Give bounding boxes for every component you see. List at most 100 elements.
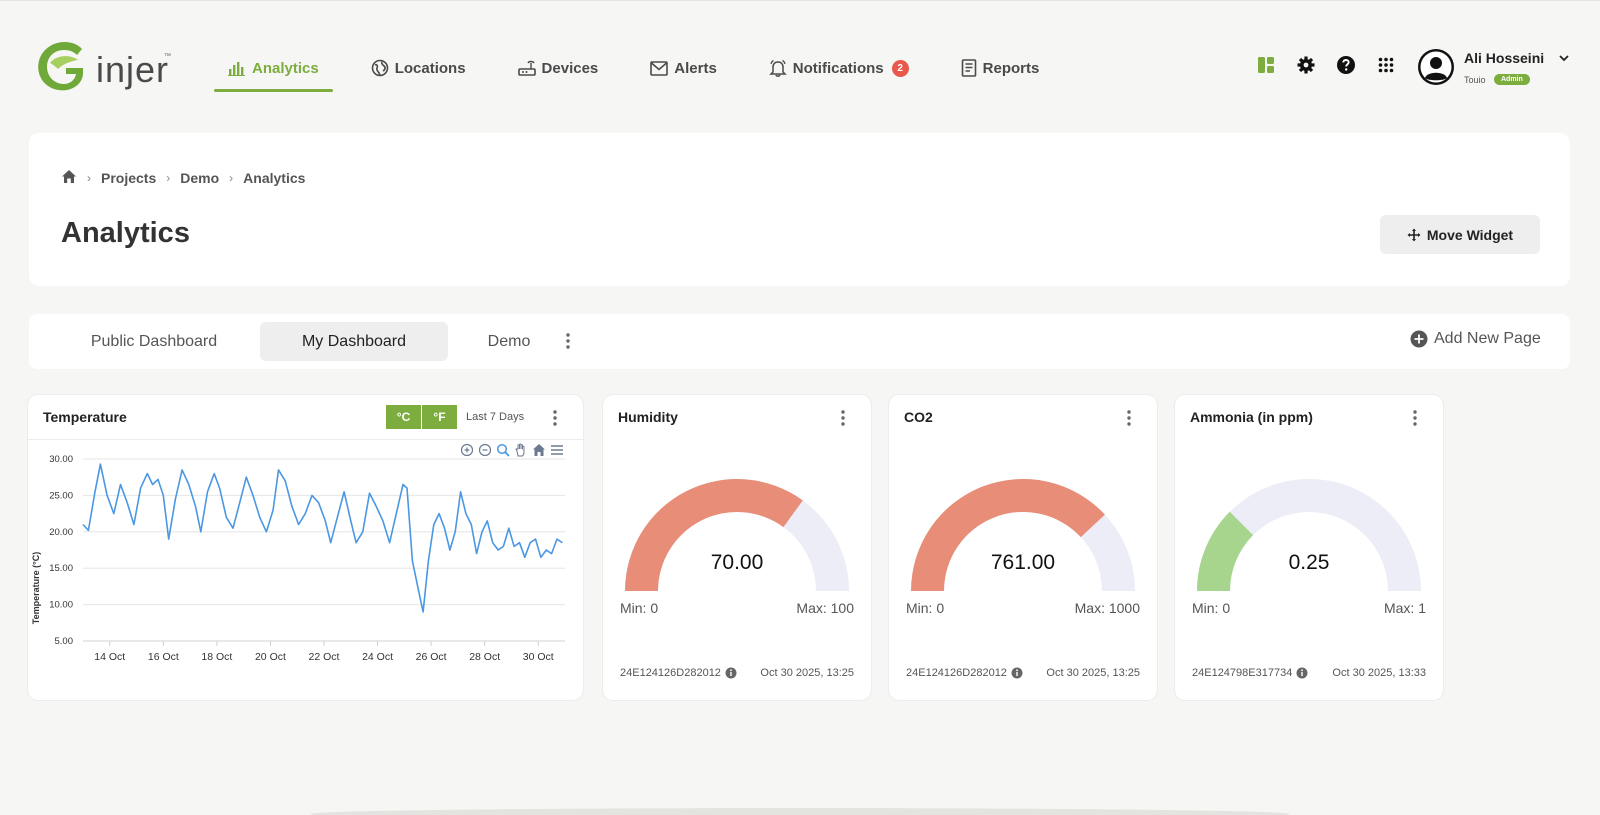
breadcrumb-separator: ›	[229, 171, 234, 185]
chevron-down-icon[interactable]	[1558, 51, 1570, 69]
device-id-text: 24E124126D282012	[620, 667, 721, 679]
info-icon[interactable]	[1296, 667, 1308, 679]
x-tick-label: 24 Oct	[362, 651, 393, 663]
widget-more-vertical-icon[interactable]	[839, 409, 847, 432]
add-new-page-button[interactable]: Add New Page	[1410, 330, 1541, 348]
gauge-max-label: Max: 100	[796, 600, 854, 616]
user-menu[interactable]: Ali Hosseini Touio Admin	[1418, 49, 1588, 89]
user-organization: Touio	[1464, 75, 1486, 85]
avatar[interactable]	[1418, 49, 1454, 85]
breadcrumb-analytics: Analytics	[243, 170, 306, 186]
y-tick-label: 10.00	[49, 600, 73, 611]
widget-more-vertical-icon[interactable]	[1411, 409, 1419, 432]
y-tick-label: 15.00	[49, 563, 73, 574]
ginjer-logo[interactable]: injer ™	[36, 39, 176, 95]
bar-chart-icon	[228, 60, 246, 76]
mail-icon	[650, 60, 669, 76]
humidity-widget: Humidity 70.00 Min: 0 Max: 100 24E124126…	[603, 395, 871, 700]
nav-label: Devices	[541, 59, 599, 77]
y-axis-label: Temperature (°C)	[31, 552, 41, 624]
device-id-text: 24E124798E317734	[1192, 667, 1293, 679]
move-widget-label: Move Widget	[1426, 226, 1514, 243]
page-bottom-shadow	[310, 808, 1290, 815]
x-tick-label: 18 Oct	[201, 651, 232, 663]
info-icon[interactable]	[1011, 667, 1023, 679]
dashboard-layout-icon[interactable]	[1254, 53, 1278, 77]
tab-demo[interactable]: Demo	[469, 322, 549, 361]
device-id: 24E124126D282012	[620, 667, 737, 679]
fahrenheit-button[interactable]: °F	[422, 405, 457, 429]
chart-gridlines	[83, 458, 565, 642]
move-arrows-icon	[1407, 228, 1421, 242]
nav-label: Locations	[394, 59, 466, 77]
y-tick-label: 20.00	[49, 527, 73, 538]
tab-more-vertical-icon[interactable]	[564, 331, 572, 356]
help-icon[interactable]	[1334, 53, 1358, 77]
unit-toggle: °C °F	[386, 405, 458, 429]
user-name: Ali Hosseini	[1464, 50, 1545, 66]
nav-item-locations[interactable]: Locations	[357, 47, 480, 89]
widget-more-vertical-icon[interactable]	[1125, 409, 1133, 432]
nav-item-analytics[interactable]: Analytics	[214, 47, 333, 92]
co2-gauge	[911, 478, 1135, 591]
x-axis-ticks: 14 Oct 16 Oct 18 Oct 20 Oct 22 Oct 24 Oct 26 O…	[94, 641, 554, 663]
page-header-card: › Projects › Demo › Analytics Analytics …	[29, 133, 1570, 286]
report-icon	[961, 59, 977, 77]
ammonia-widget: Ammonia (in ppm) 0.25 Min: 0 Max: 1 24E1…	[1175, 395, 1443, 700]
breadcrumb-projects[interactable]: Projects	[101, 170, 156, 186]
device-id-text: 24E124126D282012	[906, 667, 1007, 679]
nav-item-notifications[interactable]: Notifications 2	[755, 47, 923, 89]
last-updated-time: Oct 30 2025, 13:33	[1332, 667, 1426, 679]
device-id: 24E124126D282012	[906, 667, 1023, 679]
celsius-button[interactable]: °C	[386, 405, 421, 429]
x-tick-label: 16 Oct	[148, 651, 179, 663]
widget-more-vertical-icon[interactable]	[551, 409, 559, 432]
main-nav: Analytics Locations Devices Alerts Notif…	[214, 47, 1077, 93]
logo-wordmark: injer	[96, 49, 170, 90]
gear-icon[interactable]	[1294, 53, 1318, 77]
last-updated-time: Oct 30 2025, 13:25	[1046, 667, 1140, 679]
gauge-max-label: Max: 1000	[1074, 600, 1140, 616]
breadcrumb-demo[interactable]: Demo	[180, 170, 219, 186]
trademark-symbol: ™	[164, 53, 171, 60]
nav-label: Notifications	[792, 59, 884, 77]
add-new-page-label: Add New Page	[1434, 330, 1541, 347]
time-range-label[interactable]: Last 7 Days	[466, 411, 524, 423]
move-widget-button[interactable]: Move Widget	[1380, 215, 1540, 254]
y-tick-label: 30.00	[49, 454, 73, 465]
home-icon[interactable]	[61, 169, 77, 187]
bell-icon	[768, 59, 787, 77]
x-tick-label: 28 Oct	[469, 651, 500, 663]
x-tick-label: 30 Oct	[523, 651, 554, 663]
widget-title: Ammonia (in ppm)	[1190, 409, 1313, 425]
temperature-series-line	[82, 463, 563, 613]
widget-title: Humidity	[618, 409, 678, 425]
x-tick-label: 14 Oct	[94, 651, 125, 663]
apps-grid-icon[interactable]	[1374, 53, 1398, 77]
gauge-value: 0.25	[1288, 551, 1330, 574]
nav-label: Analytics	[252, 59, 319, 77]
last-updated-time: Oct 30 2025, 13:25	[760, 667, 854, 679]
breadcrumb-separator: ›	[166, 171, 171, 185]
nav-item-alerts[interactable]: Alerts	[636, 47, 731, 89]
dashboard-tabs-bar: Public Dashboard My Dashboard Demo Add N…	[29, 314, 1570, 369]
gauge-max-label: Max: 1	[1383, 600, 1426, 616]
temperature-line-chart[interactable]: 30.00 25.00 20.00 15.00 10.00 5.00 14 Oct 16 O…	[28, 447, 583, 697]
breadcrumb: › Projects › Demo › Analytics	[61, 169, 305, 187]
humidity-gauge	[625, 479, 849, 591]
nav-item-devices[interactable]: Devices	[504, 47, 613, 89]
tab-public-dashboard[interactable]: Public Dashboard	[65, 322, 243, 361]
top-navbar: injer ™ Analytics Locations Devices Aler…	[0, 0, 1600, 110]
y-axis-ticks: 30.00 25.00 20.00 15.00 10.00 5.00	[49, 454, 73, 647]
notifications-count-badge: 2	[891, 59, 909, 77]
gauge-value: 761.00	[990, 551, 1056, 574]
user-silhouette-icon	[1420, 51, 1452, 83]
leaf-g-logo-icon	[38, 41, 83, 91]
info-icon[interactable]	[725, 667, 737, 679]
widget-title: CO2	[904, 409, 933, 425]
page-title: Analytics	[61, 217, 190, 249]
device-id: 24E124798E317734	[1192, 667, 1308, 679]
ammonia-gauge	[1197, 479, 1421, 591]
tab-my-dashboard[interactable]: My Dashboard	[260, 322, 448, 361]
nav-item-reports[interactable]: Reports	[947, 47, 1054, 89]
